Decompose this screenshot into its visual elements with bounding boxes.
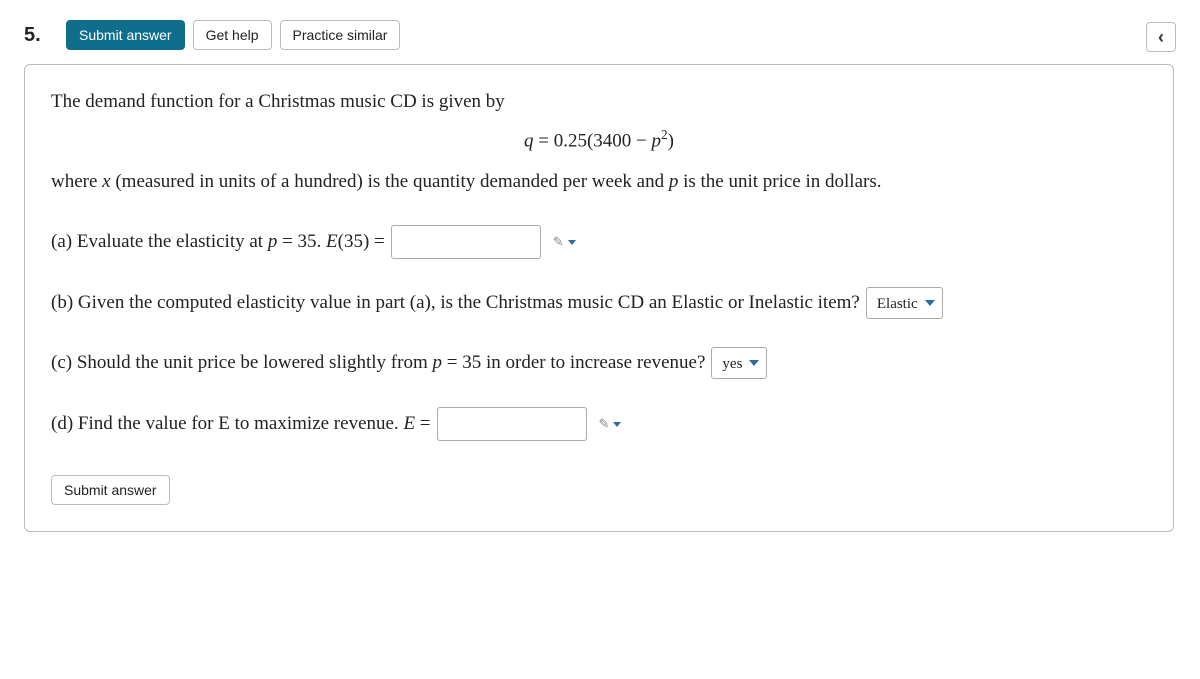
question-number: 5. [24,24,52,47]
equation-editor-button-a[interactable]: ✎ [553,232,576,253]
part-b: (b) Given the computed elasticity value … [51,287,1147,319]
submit-answer-button[interactable]: Submit answer [66,20,185,50]
chevron-down-icon [613,422,621,427]
part-a-text: (a) Evaluate the elasticity at p = 35. E… [51,227,385,257]
part-b-text: (b) Given the computed elasticity value … [51,288,860,318]
part-d-input[interactable] [437,407,587,441]
submit-answer-button-bottom[interactable]: Submit answer [51,475,170,505]
part-c-text: (c) Should the unit price be lowered sli… [51,348,705,378]
part-c-select[interactable]: yes [711,347,767,379]
pencil-icon: ✎ [599,414,610,435]
equation: q = 0.25(3400 − p2) [51,127,1147,152]
part-d: (d) Find the value for E to maximize rev… [51,407,1147,441]
practice-similar-button[interactable]: Practice similar [280,20,401,50]
get-help-button[interactable]: Get help [193,20,272,50]
chevron-left-icon: ‹ [1158,27,1164,48]
part-a-input[interactable] [391,225,541,259]
where-text: where x (measured in units of a hundred)… [51,167,1147,197]
chevron-down-icon [568,240,576,245]
equation-editor-button-d[interactable]: ✎ [599,414,622,435]
pencil-icon: ✎ [553,232,564,253]
part-d-text: (d) Find the value for E to maximize rev… [51,409,431,439]
part-a: (a) Evaluate the elasticity at p = 35. E… [51,225,1147,259]
intro-text: The demand function for a Christmas musi… [51,87,1147,117]
part-c: (c) Should the unit price be lowered sli… [51,347,1147,379]
collapse-button[interactable]: ‹ [1146,22,1176,52]
part-b-select[interactable]: Elastic [866,287,943,319]
question-card: The demand function for a Christmas musi… [24,64,1174,532]
